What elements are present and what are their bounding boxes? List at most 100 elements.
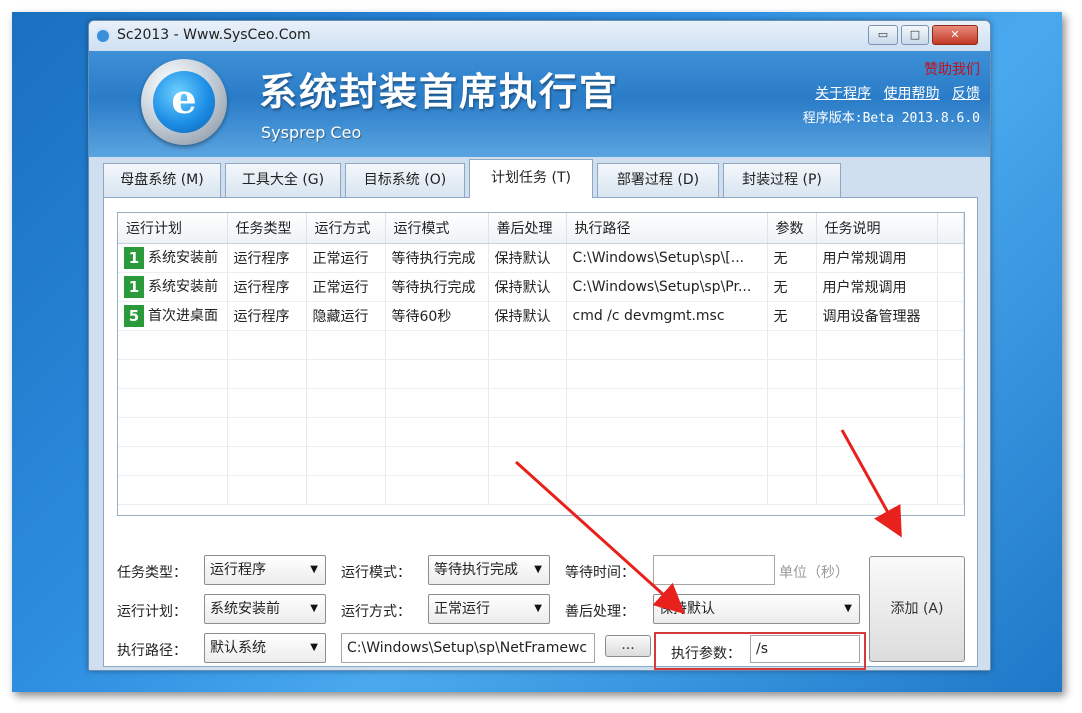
browse-button[interactable]: ... — [605, 635, 651, 657]
cell-filler — [937, 243, 964, 273]
feedback-link[interactable]: 反馈 — [952, 86, 980, 102]
run-method-value: 正常运行 — [434, 601, 490, 617]
app-subtitle: Sysprep Ceo — [261, 123, 362, 142]
table-row[interactable]: 1 系统安装前 运行程序 正常运行 等待执行完成 保持默认 C:\Windows\… — [118, 272, 964, 302]
chevron-down-icon: ▼ — [534, 603, 542, 614]
table-row-empty — [118, 475, 964, 505]
chevron-down-icon: ▼ — [844, 603, 852, 614]
cell-method: 正常运行 — [306, 272, 386, 302]
chevron-down-icon: ▼ — [310, 642, 318, 653]
column-header[interactable]: 运行计划 — [118, 213, 228, 244]
chevron-down-icon: ▼ — [310, 564, 318, 575]
run-plan-select[interactable]: 系统安装前 ▼ — [204, 594, 326, 624]
table-row-empty — [118, 417, 964, 447]
add-button[interactable]: 添加 (A) — [869, 556, 965, 662]
table-row-empty — [118, 446, 964, 476]
header-banner: e 系统封装首席执行官 Sysprep Ceo 赞助我们 关于程序 使用帮助 反… — [89, 51, 990, 157]
cell-filler — [937, 272, 964, 302]
path-input[interactable]: C:\Windows\Setup\sp\NetFramewc — [341, 633, 595, 663]
tab-pack-process[interactable]: 封装过程 (P) — [723, 163, 841, 197]
task-type-value: 运行程序 — [210, 562, 266, 578]
param-label: 执行参数： — [671, 646, 741, 662]
cell-desc: 用户常规调用 — [816, 243, 938, 273]
exec-path-label: 执行路径： — [117, 643, 187, 659]
minimize-button[interactable]: ▭ — [868, 25, 898, 45]
cell-method: 正常运行 — [306, 243, 386, 273]
column-header[interactable]: 任务类型 — [227, 213, 307, 244]
run-method-select[interactable]: 正常运行 ▼ — [428, 594, 550, 624]
cell-param: 无 — [767, 243, 817, 273]
run-mode-label: 运行模式： — [341, 565, 411, 581]
cell-path: cmd /c devmgmt.msc — [566, 301, 768, 331]
cell-param: 无 — [767, 301, 817, 331]
cell-plan: 系统安装前 — [148, 278, 218, 295]
window-title: Sc2013 - Www.SysCeo.Com — [117, 27, 311, 43]
cell-type: 运行程序 — [227, 301, 307, 331]
header-links: 关于程序 使用帮助 反馈 — [807, 83, 980, 103]
title-bar: Sc2013 - Www.SysCeo.Com ▭ □ ✕ — [89, 21, 990, 51]
close-button[interactable]: ✕ — [932, 25, 978, 45]
after-value: 保持默认 — [659, 601, 715, 617]
tab-tools[interactable]: 工具大全 (G) — [225, 163, 341, 197]
cell-plan: 系统安装前 — [148, 249, 218, 266]
maximize-button[interactable]: □ — [901, 25, 929, 45]
column-header[interactable]: 参数 — [767, 213, 817, 244]
table-row-empty — [118, 388, 964, 418]
tab-target-system[interactable]: 目标系统 (O) — [345, 163, 465, 197]
cell-after: 保持默认 — [488, 272, 567, 302]
task-type-label: 任务类型： — [117, 565, 187, 581]
unit-label: 单位（秒） — [779, 565, 849, 581]
column-header-filler — [937, 213, 964, 244]
tab-panel: 运行计划 任务类型 运行方式 运行模式 善后处理 执行路径 参数 任务说明 1系… — [103, 197, 978, 670]
task-table: 运行计划 任务类型 运行方式 运行模式 善后处理 执行路径 参数 任务说明 1系… — [117, 212, 965, 516]
app-window: Sc2013 - Www.SysCeo.Com ▭ □ ✕ e 系统封装首席执行… — [88, 20, 991, 671]
column-header[interactable]: 运行模式 — [385, 213, 489, 244]
table-row[interactable]: 1 系统安装前 运行程序 正常运行 等待执行完成 保持默认 C:\Windows\… — [118, 243, 964, 273]
cell-path: C:\Windows\Setup\sp\[... — [566, 243, 768, 273]
help-link[interactable]: 使用帮助 — [884, 86, 940, 102]
tab-deploy-process[interactable]: 部署过程 (D) — [597, 163, 719, 197]
column-header[interactable]: 执行路径 — [566, 213, 768, 244]
wait-time-input[interactable] — [653, 555, 775, 585]
order-badge: 1 — [124, 275, 144, 298]
version-text: 程序版本:Beta 2013.8.6.0 — [802, 111, 980, 126]
cell-mode: 等待执行完成 — [385, 272, 489, 302]
column-header[interactable]: 善后处理 — [488, 213, 567, 244]
after-select[interactable]: 保持默认 ▼ — [653, 594, 860, 624]
sponsor-link[interactable]: 赞助我们 — [924, 59, 980, 79]
cell-mode: 等待60秒 — [385, 301, 489, 331]
wait-time-label: 等待时间： — [565, 565, 635, 581]
about-link[interactable]: 关于程序 — [815, 86, 871, 102]
table-header-row: 运行计划 任务类型 运行方式 运行模式 善后处理 执行路径 参数 任务说明 — [118, 213, 964, 244]
param-input[interactable]: /s — [750, 635, 860, 663]
app-title: 系统封装首席执行官 — [259, 70, 620, 114]
app-icon — [95, 28, 111, 44]
column-header[interactable]: 运行方式 — [306, 213, 386, 244]
chevron-down-icon: ▼ — [310, 603, 318, 614]
cell-after: 保持默认 — [488, 243, 567, 273]
table-row-empty — [118, 359, 964, 389]
app-logo: e — [141, 59, 227, 145]
tab-master-system[interactable]: 母盘系统 (M) — [103, 163, 221, 197]
cell-desc: 调用设备管理器 — [816, 301, 938, 331]
run-plan-value: 系统安装前 — [210, 601, 280, 617]
run-method-label: 运行方式： — [341, 604, 411, 620]
table-row[interactable]: 5 首次进桌面 运行程序 隐藏运行 等待60秒 保持默认 cmd /c devmg… — [118, 301, 964, 331]
logo-letter: e — [153, 71, 215, 133]
cell-method: 隐藏运行 — [306, 301, 386, 331]
table-row-empty — [118, 330, 964, 360]
order-badge: 5 — [124, 304, 144, 327]
run-mode-select[interactable]: 等待执行完成 ▼ — [428, 555, 550, 585]
cell-mode: 等待执行完成 — [385, 243, 489, 273]
column-header[interactable]: 任务说明 — [816, 213, 938, 244]
cell-filler — [937, 301, 964, 331]
cell-plan: 首次进桌面 — [148, 307, 218, 324]
exec-path-value: 默认系统 — [210, 640, 266, 656]
task-type-select[interactable]: 运行程序 ▼ — [204, 555, 326, 585]
exec-path-select[interactable]: 默认系统 ▼ — [204, 633, 326, 663]
chevron-down-icon: ▼ — [534, 564, 542, 575]
cell-param: 无 — [767, 272, 817, 302]
cell-type: 运行程序 — [227, 272, 307, 302]
tab-scheduled-tasks[interactable]: 计划任务 (T) — [469, 159, 593, 198]
cell-desc: 用户常规调用 — [816, 272, 938, 302]
